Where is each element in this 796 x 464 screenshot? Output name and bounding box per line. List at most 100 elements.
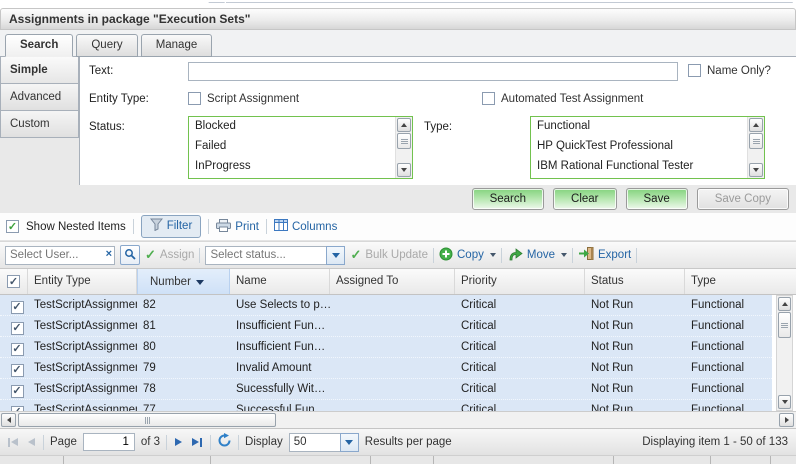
table-row[interactable]: ✓ TestScriptAssignment 77 Successful Fun…: [0, 400, 772, 411]
grid-vertical-scrollbar[interactable]: [776, 295, 793, 411]
cell-number: 77: [137, 400, 230, 411]
user-search-button[interactable]: [120, 245, 140, 265]
select-status-dropdown[interactable]: Select status...: [205, 246, 345, 265]
save-button[interactable]: Save: [626, 188, 688, 210]
checkbox-unchecked[interactable]: [188, 92, 201, 105]
name-only-checkbox[interactable]: Name Only?: [688, 64, 771, 77]
select-status-value[interactable]: Select status...: [205, 246, 327, 265]
script-assignment-label: Script Assignment: [207, 93, 299, 105]
tab-query[interactable]: Query: [76, 34, 137, 57]
row-checkbox[interactable]: ✓: [0, 379, 28, 399]
move-button[interactable]: Move: [507, 247, 567, 264]
scrollbar-thumb[interactable]: [749, 133, 763, 149]
grid-horizontal-scrollbar[interactable]: [0, 411, 796, 428]
search-button[interactable]: Search: [472, 188, 544, 210]
print-button[interactable]: Print: [216, 219, 259, 235]
select-user-field[interactable]: ×: [5, 246, 115, 265]
check-icon: ✓: [145, 250, 156, 260]
table-row[interactable]: ✓ TestScriptAssignment 81 Insufficient F…: [0, 316, 772, 337]
scroll-left-icon[interactable]: [1, 413, 16, 427]
print-label: Print: [235, 221, 259, 233]
table-row[interactable]: ✓ TestScriptAssignment 78 Sucessfully Wi…: [0, 379, 772, 400]
scroll-down-icon[interactable]: [397, 163, 411, 177]
column-header-assigned-to[interactable]: Assigned To: [330, 269, 455, 294]
tab-manage[interactable]: Manage: [141, 34, 213, 57]
row-checkbox[interactable]: ✓: [0, 337, 28, 357]
column-header-number[interactable]: Number: [137, 269, 230, 294]
scroll-right-icon[interactable]: [779, 413, 794, 427]
sort-desc-icon: [196, 280, 204, 285]
filter-button[interactable]: Filter: [141, 215, 202, 238]
export-button[interactable]: Export: [578, 247, 631, 263]
cell-name: Sucessfully Wit…: [230, 379, 330, 399]
scrollbar-thumb[interactable]: [18, 413, 276, 427]
scroll-down-icon[interactable]: [749, 163, 763, 177]
display-label: Display: [245, 436, 283, 448]
row-checkbox[interactable]: ✓: [0, 316, 28, 336]
checkbox-unchecked[interactable]: [482, 92, 495, 105]
table-row[interactable]: ✓ TestScriptAssignment 79 Invalid Amount…: [0, 358, 772, 379]
status-option[interactable]: Failed: [189, 137, 395, 157]
subtab-custom[interactable]: Custom: [0, 111, 79, 138]
clear-button[interactable]: Clear: [553, 188, 616, 210]
scroll-down-icon[interactable]: [778, 395, 791, 409]
assign-label: Assign: [160, 249, 195, 261]
scrollbar-thumb[interactable]: [778, 312, 791, 338]
type-listbox[interactable]: Functional HP QuickTest Professional IBM…: [530, 116, 765, 179]
page-size-dropdown[interactable]: 50: [289, 433, 359, 452]
chevron-down-icon[interactable]: [340, 433, 359, 452]
status-option[interactable]: InProgress: [189, 157, 395, 177]
export-label: Export: [598, 249, 631, 261]
select-user-input[interactable]: [5, 246, 115, 265]
name-only-label: Name Only?: [707, 65, 771, 77]
scroll-up-icon[interactable]: [778, 297, 791, 311]
subtab-advanced[interactable]: Advanced: [0, 84, 79, 111]
type-option[interactable]: IBM Rational Functional Tester: [531, 157, 747, 177]
page-number-input[interactable]: [83, 433, 135, 451]
type-option[interactable]: Functional: [531, 117, 747, 137]
tab-search[interactable]: Search: [5, 34, 73, 57]
table-row[interactable]: ✓ TestScriptAssignment 82 Use Selects to…: [0, 295, 772, 316]
show-nested-items-checkbox[interactable]: ✓: [6, 220, 19, 233]
select-all-checkbox[interactable]: ✓: [0, 269, 28, 294]
status-option[interactable]: Blocked: [189, 117, 395, 137]
clear-user-icon[interactable]: ×: [106, 248, 112, 260]
script-assignment-checkbox[interactable]: Script Assignment: [188, 92, 299, 105]
columns-button[interactable]: Columns: [274, 219, 337, 234]
chevron-down-icon[interactable]: [326, 246, 345, 265]
toolbar-separator: [636, 248, 637, 263]
column-header-entity-type[interactable]: Entity Type: [28, 269, 137, 294]
last-page-button[interactable]: [190, 438, 204, 447]
scroll-up-icon[interactable]: [397, 118, 411, 132]
cell-assigned-to: [330, 379, 455, 399]
automated-test-assignment-checkbox[interactable]: Automated Test Assignment: [482, 92, 643, 105]
column-header-priority[interactable]: Priority: [455, 269, 585, 294]
text-input[interactable]: [188, 62, 678, 81]
type-option[interactable]: HP QuickTest Professional: [531, 137, 747, 157]
copy-plus-icon: [439, 247, 453, 264]
column-header-name[interactable]: Name: [230, 269, 330, 294]
checkbox-unchecked[interactable]: [688, 64, 701, 77]
status-listbox-scrollbar[interactable]: [395, 117, 412, 178]
page-size-value[interactable]: 50: [289, 433, 341, 452]
status-label: Status:: [89, 121, 125, 133]
scroll-up-icon[interactable]: [749, 118, 763, 132]
cell-status: Not Run: [585, 358, 685, 378]
next-page-button[interactable]: [173, 438, 184, 446]
column-header-type[interactable]: Type: [685, 269, 796, 294]
row-checkbox[interactable]: ✓: [0, 358, 28, 378]
subtab-simple[interactable]: Simple: [0, 57, 79, 84]
row-checkbox[interactable]: ✓: [0, 400, 28, 411]
row-checkbox[interactable]: ✓: [0, 295, 28, 315]
type-listbox-scrollbar[interactable]: [747, 117, 764, 178]
results-per-page-label: Results per page: [365, 436, 452, 448]
cell-entity-type: TestScriptAssignment: [28, 400, 137, 411]
scrollbar-thumb[interactable]: [397, 133, 411, 149]
table-row[interactable]: ✓ TestScriptAssignment 80 Insufficient F…: [0, 337, 772, 358]
refresh-icon[interactable]: [217, 433, 232, 451]
status-listbox[interactable]: Blocked Failed InProgress: [188, 116, 413, 179]
save-copy-button: Save Copy: [697, 188, 789, 210]
column-header-status[interactable]: Status: [585, 269, 685, 294]
cell-name: Invalid Amount: [230, 358, 330, 378]
copy-button[interactable]: Copy: [439, 247, 496, 264]
